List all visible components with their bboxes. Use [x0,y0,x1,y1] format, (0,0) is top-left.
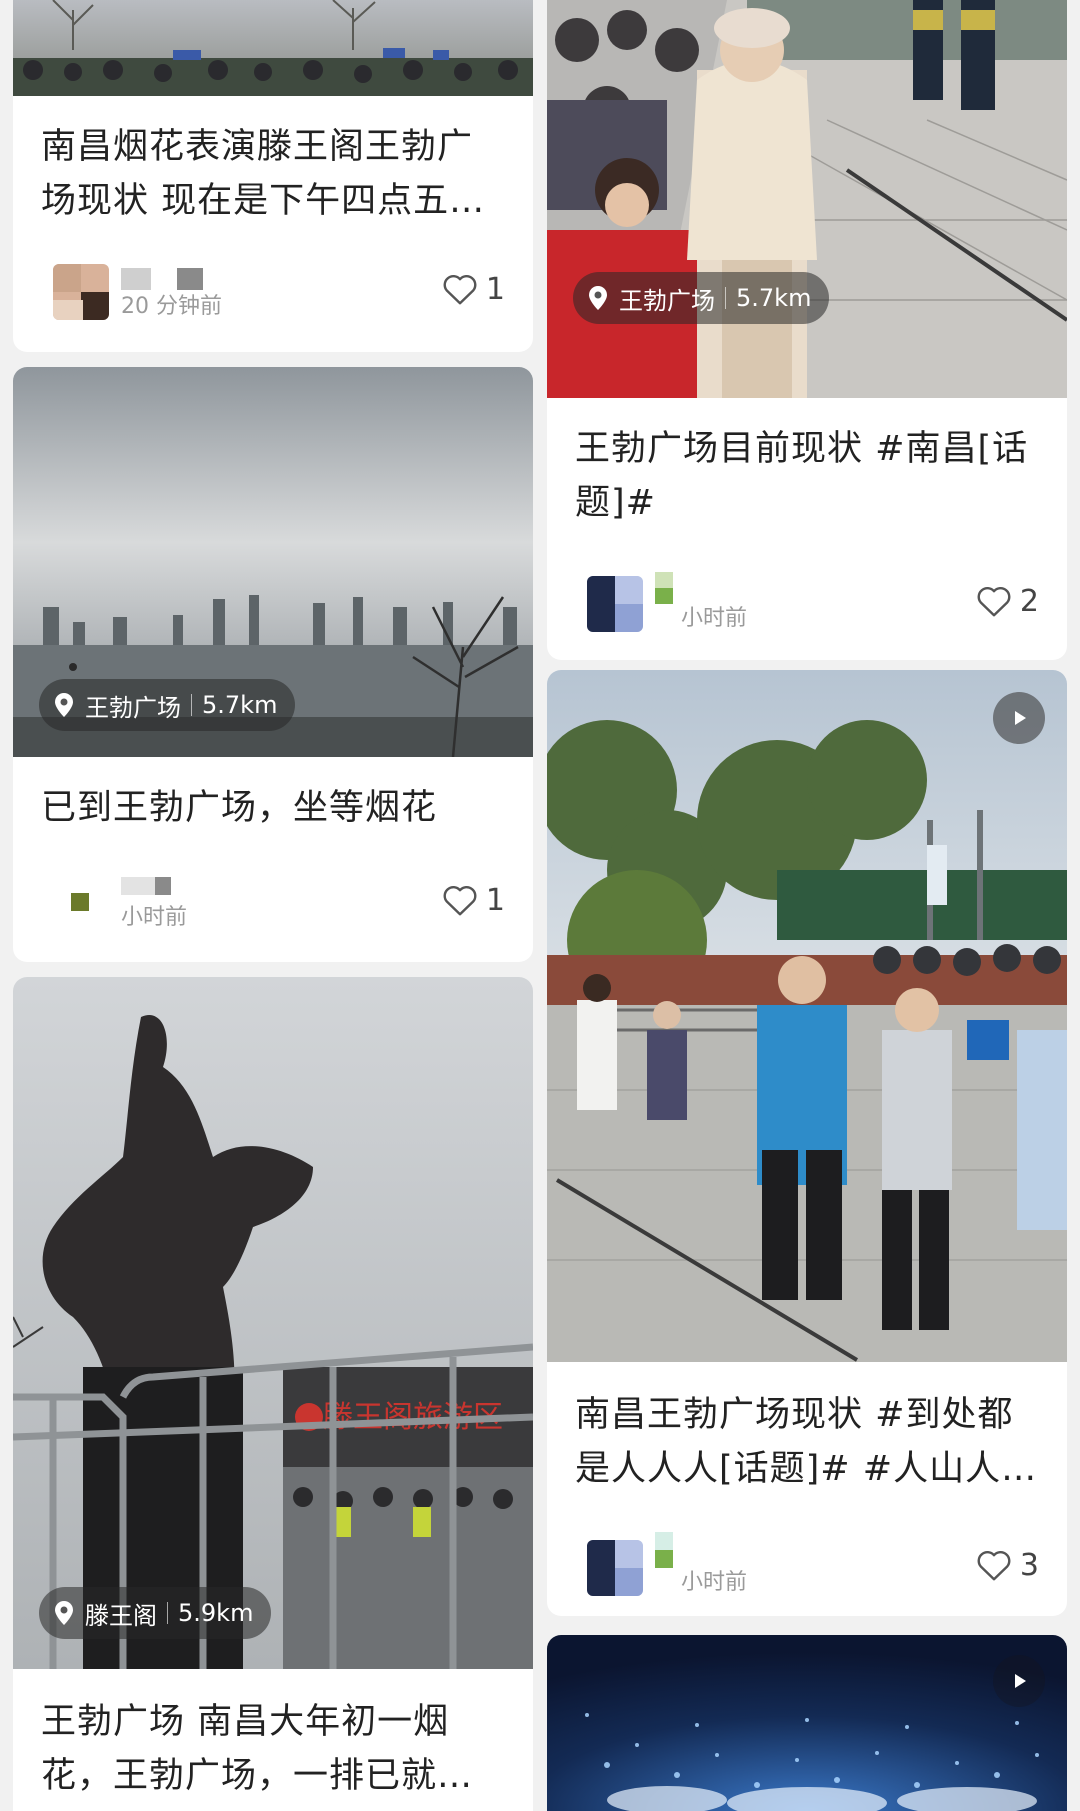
card-title: 南昌王勃广场现状 #到处都是人人人[话题]# #人山人… [575,1395,1038,1489]
card-title: 王勃广场 南昌大年初一烟花，王勃广场，一排已就… [41,1702,474,1796]
like-button[interactable]: 1 [442,264,505,314]
location-pin-icon [55,1601,73,1625]
card-meta: 小时前 3 [575,1532,1039,1602]
location-name: 王勃广场 [619,286,715,315]
card-photo [547,670,1067,1362]
feed-card[interactable]: 王勃广场 5.7km 已到王勃广场，坐等烟花 小时前 1 [13,367,533,962]
location-pin-icon [55,693,73,717]
card-title: 王勃广场目前现状 #南昌[话题]# [575,429,1029,523]
card-photo: 滕王阁旅游区 [13,977,533,1669]
post-time: 小时前 [681,606,748,631]
avatar[interactable] [587,1540,643,1596]
location-divider [191,694,192,716]
feed-card[interactable] [547,1635,1067,1811]
username-pixelated [121,268,211,290]
feed-card[interactable]: 南昌烟花表演滕王阁王勃广场现状 现在是下午四点五… 20 分钟前 1 [13,0,533,352]
card-photo [547,0,1067,398]
location-tag[interactable]: 王勃广场 5.7km [39,679,296,731]
feed-card[interactable]: 滕王阁旅游区 滕王阁 5.9km 王勃广场 南昌大年初一烟花，王勃广场，一排已就… [13,977,533,1811]
like-button[interactable]: 2 [976,576,1039,626]
post-time: 小时前 [121,905,188,930]
avatar[interactable] [53,875,109,931]
card-meta: 小时前 1 [41,867,505,937]
heart-outline-icon [443,275,477,305]
location-divider [725,287,726,309]
location-distance: 5.9km [178,1599,254,1627]
heart-outline-icon [977,1551,1011,1581]
play-icon [1015,711,1026,725]
card-title: 已到王勃广场，坐等烟花 [41,788,438,828]
card-meta: 小时前 2 [575,568,1039,638]
post-time: 20 分钟前 [121,294,222,319]
like-button[interactable]: 3 [976,1540,1039,1590]
avatar[interactable] [53,264,109,320]
feed-card[interactable]: 南昌王勃广场现状 #到处都是人人人[话题]# #人山人… 小时前 3 [547,670,1067,1616]
location-pin-icon [589,286,607,310]
card-photo [547,1635,1067,1811]
location-tag[interactable]: 王勃广场 5.7km [573,272,830,324]
avatar[interactable] [587,576,643,632]
location-name: 滕王阁 [85,1601,157,1630]
like-count: 3 [1019,1547,1039,1583]
feed-card[interactable]: 王勃广场 5.7km 王勃广场目前现状 #南昌[话题]# 小时前 2 [547,0,1067,660]
post-time: 小时前 [681,1570,748,1595]
play-icon [1015,1674,1026,1688]
location-name: 王勃广场 [85,693,181,722]
like-count: 2 [1019,583,1039,619]
video-indicator [993,1655,1045,1707]
card-photo [13,0,533,96]
location-distance: 5.7km [202,691,278,719]
card-title: 南昌烟花表演滕王阁王勃广场现状 现在是下午四点五… [41,127,486,221]
location-divider [167,1602,168,1624]
like-count: 1 [485,882,505,918]
heart-outline-icon [977,587,1011,617]
card-meta: 20 分钟前 1 [41,256,505,326]
heart-outline-icon [443,886,477,916]
like-count: 1 [485,271,505,307]
location-distance: 5.7km [736,284,812,312]
location-tag[interactable]: 滕王阁 5.9km [39,1587,272,1639]
video-indicator [993,692,1045,744]
like-button[interactable]: 1 [442,875,505,925]
username-pixelated [121,877,181,899]
